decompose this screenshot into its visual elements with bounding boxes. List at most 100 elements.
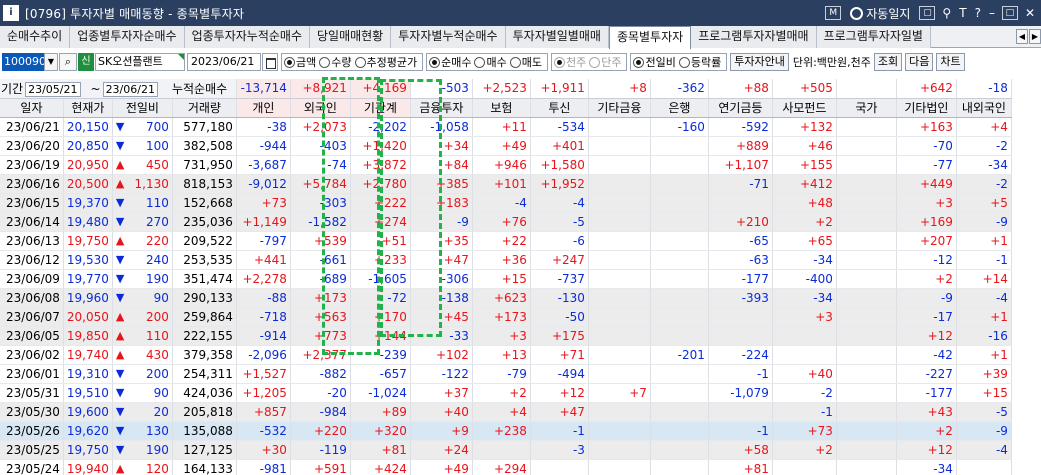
- auto-log-button[interactable]: 자동일지: [850, 5, 910, 22]
- radios-a-option-0[interactable]: 금액: [284, 54, 316, 70]
- minimize-icon[interactable]: –: [989, 6, 995, 20]
- investor-value-cell: -4: [956, 440, 1012, 460]
- radios-a-option-1[interactable]: 수량: [319, 54, 352, 70]
- investor-value-cell: +773: [290, 326, 351, 346]
- column-header[interactable]: 기타법인: [896, 98, 957, 118]
- tab-0[interactable]: 순매수추이: [0, 26, 71, 48]
- column-header[interactable]: 개인: [236, 98, 291, 118]
- radio-dot-icon: [284, 56, 295, 68]
- tab-scroll-right-icon[interactable]: ▶: [1029, 29, 1041, 44]
- base-date-input[interactable]: 2023/06/21: [187, 53, 261, 71]
- table-row[interactable]: 23/05/30 19,600 ▼ 20 205,818 +857 -984 +89 +40 +4…: [0, 402, 1012, 422]
- column-header[interactable]: 내외국인: [956, 98, 1012, 118]
- tab-1[interactable]: 업종별투자자순매수: [70, 26, 185, 48]
- table-row[interactable]: 23/05/26 19,620 ▼ 130 135,088 -532 +220 +320 +9 +…: [0, 421, 1012, 441]
- investor-info-button[interactable]: 투자자안내: [730, 53, 789, 71]
- tab-6[interactable]: 종목별투자자: [608, 26, 692, 49]
- stock-code-input[interactable]: 100090: [2, 53, 46, 71]
- table-row[interactable]: 23/06/19 20,950 ▲ 450 731,950 -3,687 -74 +3,872…: [0, 155, 1012, 175]
- help-icon[interactable]: ?: [975, 6, 981, 20]
- price-cell: 19,510: [63, 383, 113, 403]
- radios-b-option-0[interactable]: 순매수: [429, 54, 471, 70]
- close-icon[interactable]: ✕: [1025, 6, 1035, 20]
- period-from-input[interactable]: 23/05/21: [25, 81, 81, 97]
- table-row[interactable]: 23/06/07 20,050 ▲ 200 259,864 -718 +563 +170 +45…: [0, 307, 1012, 327]
- code-dropdown-icon[interactable]: ▼: [44, 53, 58, 71]
- investor-value-cell: +233: [350, 250, 411, 270]
- radio-dot-icon: [474, 56, 486, 68]
- radios-b-option-2[interactable]: 매도: [509, 54, 542, 70]
- next-button[interactable]: 다음: [905, 53, 934, 71]
- table-row[interactable]: 23/06/01 19,310 ▼ 200 254,311 +1,527 -882 -657-…: [0, 364, 1012, 384]
- trade-type-radio-group: 순매수 매수 매도: [426, 53, 548, 71]
- period-label: 기간: [1, 81, 24, 96]
- tab-4[interactable]: 투자자별누적순매수: [391, 26, 506, 48]
- table-row[interactable]: 23/06/13 19,750 ▲ 220 209,522 -797 +539 +51 +35 +…: [0, 231, 1012, 251]
- table-row[interactable]: 23/06/12 19,530 ▼ 240 253,535 +441 -661 +233 +47…: [0, 250, 1012, 270]
- table-row[interactable]: 23/06/21 20,150 ▼ 700 577,180 -38 +2,073 -2,202…: [0, 117, 1012, 137]
- column-header[interactable]: 투신: [530, 98, 589, 118]
- table-row[interactable]: 23/06/20 20,850 ▼ 100 382,508 -944 -403 +1,420 +…: [0, 136, 1012, 156]
- column-header[interactable]: 금융투자: [410, 98, 473, 118]
- column-header[interactable]: 사모펀드: [772, 98, 837, 118]
- table-header-row: 일자 현재가 전일비 거래량 개인 외국인 기관계 금융투자 보험 투신 기타금융 은행 연기금등 사모펀…: [0, 98, 1012, 118]
- tab-5[interactable]: 투자자별일별매매: [505, 26, 609, 48]
- table-row[interactable]: 23/05/31 19,510 ▼ 90 424,036 +1,205 -20 -1,024 +…: [0, 383, 1012, 403]
- window-icon[interactable]: ▢: [919, 6, 936, 20]
- investor-value-cell: -79: [472, 364, 531, 384]
- column-header[interactable]: 은행: [650, 98, 709, 118]
- table-row[interactable]: 23/06/05 19,850 ▲ 110 222,155 -914 +773 +144 -33…: [0, 326, 1012, 346]
- table-row[interactable]: 23/06/14 19,480 ▼ 270 235,036 +1,149 -1,582 +27…: [0, 212, 1012, 232]
- investor-value-cell: +37: [410, 383, 473, 403]
- investor-value-cell: +2,278: [236, 269, 291, 289]
- investor-value-cell: -661: [290, 250, 351, 270]
- font-icon[interactable]: T: [959, 6, 966, 20]
- table-row[interactable]: 23/06/15 19,370 ▼ 110 152,668 +73 -303 +222 +183…: [0, 193, 1012, 213]
- investor-value-cell: +2,377: [290, 345, 351, 365]
- tab-8[interactable]: 프로그램투자자일별: [816, 26, 931, 48]
- chart-button[interactable]: 차트: [936, 53, 965, 71]
- tab-3[interactable]: 당일매매현황: [309, 26, 392, 48]
- column-header[interactable]: 보험: [472, 98, 531, 118]
- investor-value-cell: -1,605: [350, 269, 411, 289]
- date-cell: 23/06/21: [0, 117, 64, 137]
- column-header[interactable]: 기관계: [350, 98, 411, 118]
- column-header[interactable]: 연기금등: [708, 98, 773, 118]
- column-header[interactable]: 외국인: [290, 98, 351, 118]
- table-row[interactable]: 23/06/16 20,500 ▲ 1,130 818,153 -9,012 +5,784 +…: [0, 174, 1012, 194]
- column-header[interactable]: 기타금융: [588, 98, 651, 118]
- query-button[interactable]: 조회: [873, 53, 903, 71]
- tab-scroll-left-icon[interactable]: ◀: [1016, 29, 1028, 44]
- maximize-icon[interactable]: □: [1001, 6, 1018, 20]
- memo-icon[interactable]: M: [825, 6, 842, 20]
- radios-d-option-0[interactable]: 전일비: [633, 54, 676, 70]
- table-row[interactable]: 23/06/09 19,770 ▼ 190 351,474 +2,278 -689 -1,60…: [0, 269, 1012, 289]
- radios-d-option-1[interactable]: 등락률: [678, 54, 721, 70]
- pin-icon[interactable]: ⚲: [942, 6, 951, 20]
- tab-2[interactable]: 업종투자자누적순매수: [184, 26, 310, 48]
- investor-value-cell: +294: [472, 459, 531, 475]
- change-value: 20: [153, 404, 169, 419]
- column-header[interactable]: 전일비: [112, 98, 173, 118]
- change-cell: ▼ 270: [112, 212, 173, 232]
- radios-c-option-0[interactable]: 천주: [553, 54, 586, 70]
- table-row[interactable]: 23/05/24 19,940 ▲ 120 164,133 -981 +591 +424 +49…: [0, 459, 1012, 475]
- investor-value-cell: [836, 307, 897, 327]
- calendar-icon[interactable]: [262, 53, 278, 71]
- search-icon[interactable]: ⌕: [59, 53, 77, 71]
- investor-value-cell: [836, 288, 897, 308]
- column-header[interactable]: 일자: [0, 98, 64, 118]
- table-row[interactable]: 23/05/25 19,750 ▼ 190 127,125 +30 -119 +81 +24 -3…: [0, 440, 1012, 460]
- radios-c-option-1[interactable]: 단주: [589, 54, 621, 70]
- radios-b-option-1[interactable]: 매수: [474, 54, 507, 70]
- investor-value-cell: +5: [956, 193, 1012, 213]
- table-row[interactable]: 23/06/08 19,960 ▼ 90 290,133 -88 +173 -72 -138 +6…: [0, 288, 1012, 308]
- column-header[interactable]: 국가: [836, 98, 897, 118]
- column-header[interactable]: 거래량: [172, 98, 237, 118]
- column-header[interactable]: 현재가: [63, 98, 113, 118]
- radios-a-option-2[interactable]: 추정평균가: [354, 54, 417, 70]
- tab-7[interactable]: 프로그램투자자별매매: [691, 26, 817, 48]
- table-row[interactable]: 23/06/02 19,740 ▲ 430 379,358 -2,096 +2,377 -23…: [0, 345, 1012, 365]
- period-to-input[interactable]: 23/06/21: [102, 81, 158, 97]
- investor-value-cell: +210: [708, 212, 773, 232]
